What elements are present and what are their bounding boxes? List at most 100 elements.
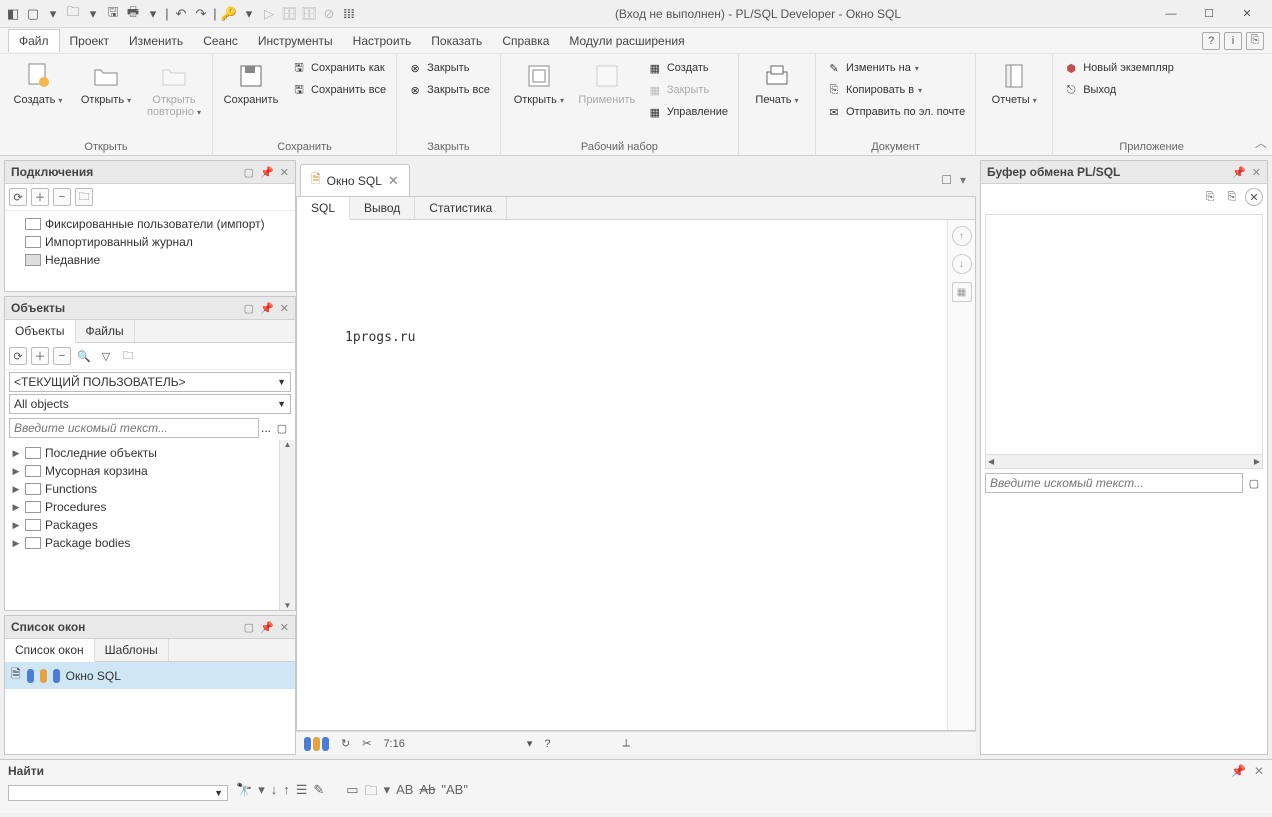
winlist-item[interactable]: 🗎 Окно SQL	[5, 662, 295, 689]
find-combo[interactable]: ▼	[8, 785, 228, 801]
objects-search-new-icon[interactable]: ▢	[273, 419, 291, 437]
panel-close-icon[interactable]: ✕	[280, 302, 289, 315]
qa-db-icon[interactable]: 🗄	[280, 5, 298, 23]
editor-grid-icon[interactable]: ▦	[952, 282, 972, 302]
qa-folder-icon[interactable]: 🗀	[64, 5, 82, 23]
qa-key-icon[interactable]: 🔑	[220, 5, 238, 23]
clipboard-area[interactable]: ◀▶	[985, 214, 1263, 469]
status-help[interactable]: ?	[544, 738, 550, 750]
ws-manage-button[interactable]: ▦Управление	[643, 102, 732, 122]
help-q-icon[interactable]: ?	[1202, 32, 1220, 50]
qa-key-drop-icon[interactable]: ▾	[240, 5, 258, 23]
reports-button[interactable]: Отчеты ▾	[982, 56, 1046, 106]
exit-button[interactable]: ⎋Выход	[1059, 80, 1178, 100]
menu-project[interactable]: Проект	[60, 30, 120, 52]
find-doc-icon[interactable]: ▭	[346, 782, 358, 804]
conn-item-fixed[interactable]: Фиксированные пользователи (импорт)	[7, 215, 293, 233]
menu-help[interactable]: Справка	[492, 30, 559, 52]
clip-clear-icon[interactable]: ✕	[1245, 188, 1263, 206]
obj-add-icon[interactable]: ＋	[31, 347, 49, 365]
conn-add-icon[interactable]: ＋	[31, 188, 49, 206]
obj-remove-icon[interactable]: −	[53, 347, 71, 365]
qa-drop-icon[interactable]: ▾	[144, 5, 162, 23]
panel-pin-icon[interactable]: 📌	[260, 302, 274, 315]
panel-pin-icon[interactable]: 📌	[1232, 166, 1246, 179]
obj-search-icon[interactable]: 🔍	[75, 347, 93, 365]
panel-close-icon[interactable]: ✕	[1252, 166, 1261, 179]
create-button[interactable]: Создать ▾	[6, 56, 70, 106]
doc-tab-close-icon[interactable]: ✕	[388, 173, 399, 189]
find-ab-icon[interactable]: AB	[396, 782, 413, 804]
qa-print-icon[interactable]: 🖶	[124, 5, 142, 23]
obj-item-procedures[interactable]: ▶Procedures	[7, 498, 277, 516]
close-button[interactable]: ⊗Закрыть	[403, 58, 494, 78]
objects-scrollbar[interactable]: ▲▼	[279, 440, 295, 610]
qa-folder-drop-icon[interactable]: ▾	[84, 5, 102, 23]
qa-undo-icon[interactable]: ↶	[172, 5, 190, 23]
winlist-tab[interactable]: Список окон	[5, 639, 95, 662]
panel-dock-icon[interactable]: ▢	[244, 621, 254, 634]
menu-file[interactable]: Файл	[8, 29, 60, 52]
obj-item-trash[interactable]: ▶Мусорная корзина	[7, 462, 277, 480]
qa-open-icon[interactable]: ▾	[44, 5, 62, 23]
panel-close-icon[interactable]: ✕	[280, 621, 289, 634]
conn-item-imported[interactable]: Импортированный журнал	[7, 233, 293, 251]
panel-dock-icon[interactable]: ▢	[244, 166, 254, 179]
maximize-button[interactable]: ☐	[1196, 4, 1222, 24]
save-button[interactable]: Сохранить	[219, 56, 283, 106]
obj-item-recent[interactable]: ▶Последние объекты	[7, 444, 277, 462]
ws-close-button[interactable]: ▦Закрыть	[643, 80, 732, 100]
find-case-icon[interactable]: Ab	[419, 782, 435, 804]
doc-tab-sql[interactable]: 🗎 Окно SQL ✕	[300, 164, 410, 196]
status-refresh-icon[interactable]: ↻	[341, 737, 350, 750]
qa-sliders-icon[interactable]: 𝍖	[340, 5, 358, 23]
find-drop-icon[interactable]: ▾	[258, 782, 265, 804]
obj-filter-icon[interactable]: ▽	[97, 347, 115, 365]
templates-tab[interactable]: Шаблоны	[95, 639, 169, 661]
open-button[interactable]: Открыть ▾	[74, 56, 138, 106]
menu-plugins[interactable]: Модули расширения	[559, 30, 694, 52]
ws-open-button[interactable]: Открыть ▾	[507, 56, 571, 106]
clip-hscroll[interactable]: ◀▶	[986, 454, 1262, 468]
obj-item-packages[interactable]: ▶Packages	[7, 516, 277, 534]
menu-show[interactable]: Показать	[421, 30, 492, 52]
save-all-button[interactable]: 🖫Сохранить все	[287, 80, 390, 100]
qa-save-icon[interactable]: 🖫	[104, 5, 122, 23]
panel-close-icon[interactable]: ✕	[1254, 764, 1264, 778]
conn-folder-icon[interactable]: 🗀	[75, 188, 93, 206]
conn-refresh-icon[interactable]: ⟳	[9, 188, 27, 206]
close-all-button[interactable]: ⊗Закрыть все	[403, 80, 494, 100]
etab-output[interactable]: Вывод	[350, 197, 415, 219]
clip-copy2-icon[interactable]: ⎘	[1223, 188, 1241, 206]
find-quoted-icon[interactable]: "AB"	[441, 782, 468, 804]
edit-on-button[interactable]: ✎Изменить на ▾	[822, 58, 969, 78]
qa-run-icon[interactable]: ▷	[260, 5, 278, 23]
close-window-button[interactable]: ✕	[1234, 4, 1260, 24]
objects-search-input[interactable]	[9, 418, 259, 438]
panel-pin-icon[interactable]: 📌	[260, 166, 274, 179]
sql-editor[interactable]: 1progs.ru	[297, 220, 947, 730]
panel-close-icon[interactable]: ✕	[280, 166, 289, 179]
menu-edit[interactable]: Изменить	[119, 30, 193, 52]
obj-item-package-bodies[interactable]: ▶Package bodies	[7, 534, 277, 552]
objects-search-more[interactable]: ...	[261, 421, 271, 435]
find-drop2-icon[interactable]: ▾	[384, 782, 391, 804]
files-tab[interactable]: Файлы	[76, 320, 135, 342]
obj-refresh-icon[interactable]: ⟳	[9, 347, 27, 365]
clip-copy-icon[interactable]: ⎘	[1201, 188, 1219, 206]
qa-new-icon[interactable]: ▢	[24, 5, 42, 23]
find-next-icon[interactable]: ↓	[271, 782, 278, 804]
status-pin-icon[interactable]: ⟂	[623, 737, 630, 750]
help-i-icon[interactable]: i	[1224, 32, 1242, 50]
panel-dock-icon[interactable]: ▢	[244, 302, 254, 315]
user-combo[interactable]: <ТЕКУЩИЙ ПОЛЬЗОВАТЕЛЬ>▼	[9, 372, 291, 392]
panel-pin-icon[interactable]: 📌	[260, 621, 274, 634]
status-drop-icon[interactable]: ▾	[527, 737, 533, 750]
new-instance-button[interactable]: ⬢Новый экземпляр	[1059, 58, 1178, 78]
find-binoculars-icon[interactable]: 🔭	[236, 782, 252, 804]
print-button[interactable]: Печать ▾	[745, 56, 809, 106]
reopen-button[interactable]: Открыть повторно ▾	[142, 56, 206, 118]
conn-remove-icon[interactable]: −	[53, 188, 71, 206]
doc-layout-icon[interactable]: ☐	[941, 173, 952, 187]
menu-tools[interactable]: Инструменты	[248, 30, 343, 52]
